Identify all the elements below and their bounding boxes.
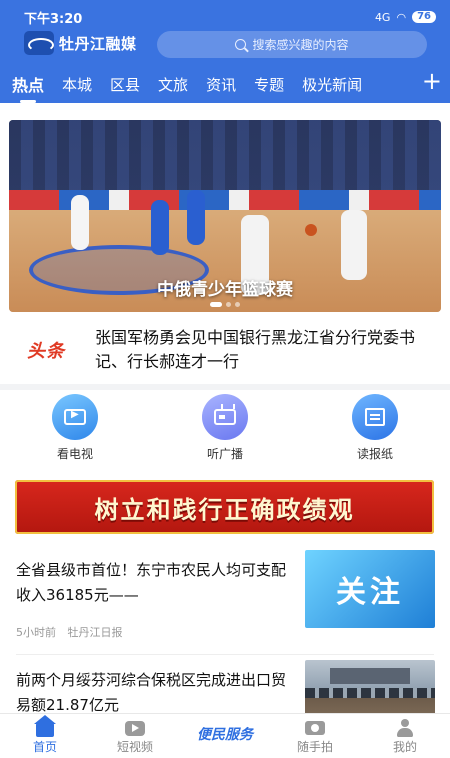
category-tabs: 热点 本城 区县 文旅 资讯 专题 极光新闻 [0, 69, 450, 103]
search-icon [235, 39, 247, 50]
status-right: 4G ◠ 76 [375, 11, 436, 24]
banner-photo-basketball [305, 224, 317, 236]
tab-topics[interactable]: 专题 [254, 74, 284, 95]
shortcut-bar: 看电视 听广播 读报纸 [0, 394, 450, 462]
section-divider [0, 384, 450, 390]
carousel-dot[interactable] [235, 302, 240, 307]
banner-photo-stands [9, 120, 441, 190]
banner-caption: 中俄青少年篮球赛 [157, 280, 293, 300]
carousel-dot[interactable] [226, 302, 231, 307]
tv-play-icon [52, 394, 98, 440]
nav-short-video[interactable]: 短视频 [90, 714, 180, 758]
article-thumbnail[interactable] [305, 660, 435, 713]
home-icon [34, 715, 56, 737]
tab-city[interactable]: 本城 [62, 74, 92, 95]
banner-photo-player [71, 195, 89, 250]
list-item[interactable]: 前两个月绥芬河综合保税区完成进出口贸易额21.87亿元 [0, 658, 450, 713]
service-icon: 便民服务 [197, 726, 253, 743]
nav-label: 短视频 [116, 740, 153, 754]
user-icon [397, 719, 413, 737]
brand: 牡丹江融媒 [24, 31, 137, 55]
article-title[interactable]: 全省县级市首位！东宁市农民人均可支配收入36185元—— [16, 558, 286, 608]
banner-photo-player [187, 190, 205, 245]
headline-text[interactable]: 张国军杨勇会见中国银行黑龙江省分行党委书记、行长郝连才一行 [95, 326, 425, 374]
nav-label: 我的 [392, 740, 417, 754]
tab-hot[interactable]: 热点 [12, 72, 44, 103]
tab-aurora-news[interactable]: 极光新闻 [302, 74, 362, 95]
add-tab-icon[interactable]: + [422, 66, 442, 96]
tab-news[interactable]: 资讯 [206, 74, 236, 95]
app-header: 下午3:20 4G ◠ 76 牡丹江融媒 搜索感兴趣的内容 热点 本城 区县 文… [0, 0, 450, 103]
slogan-text: 树立和践行正确政绩观 [94, 494, 355, 524]
search-placeholder: 搜索感兴趣的内容 [252, 38, 349, 52]
nav-service[interactable]: 便民服务 [180, 714, 270, 758]
article-source: 牡丹江日报 [67, 626, 123, 639]
nav-label: 随手拍 [296, 740, 333, 754]
headline-tag: 头条 [27, 341, 65, 362]
article-time: 5小时前 [16, 626, 56, 639]
tab-counties[interactable]: 区县 [110, 74, 140, 95]
shortcut-label: 读报纸 [356, 447, 393, 461]
thumbnail-text: 关注 [336, 575, 404, 610]
shortcut-label: 看电视 [56, 447, 93, 461]
banner-photo-player [151, 200, 169, 255]
signal-indicator: 4G [374, 10, 391, 24]
nav-label: 首页 [32, 740, 57, 754]
search-input[interactable]: 搜索感兴趣的内容 [157, 31, 427, 58]
watch-tv-button[interactable]: 看电视 [35, 394, 115, 462]
bottom-navigation: 首页 短视频 便民服务 随手拍 我的 [0, 713, 450, 758]
article-meta: 5小时前 牡丹江日报 [16, 624, 123, 640]
nav-profile[interactable]: 我的 [360, 714, 450, 758]
battery-indicator: 76 [412, 11, 436, 23]
banner-photo-player [341, 210, 367, 280]
status-bar: 下午3:20 4G ◠ 76 [24, 7, 436, 27]
brand-name: 牡丹江融媒 [59, 34, 137, 53]
slogan-banner[interactable]: 树立和践行正确政绩观 [15, 480, 434, 534]
wifi-icon: ◠ [396, 10, 407, 24]
tab-culture-travel[interactable]: 文旅 [158, 74, 188, 95]
status-time: 下午3:20 [24, 11, 83, 27]
carousel-dot[interactable] [210, 302, 222, 307]
list-item[interactable]: 全省县级市首位！东宁市农民人均可支配收入36185元—— 5小时前 牡丹江日报 … [0, 548, 450, 653]
camera-icon [305, 721, 325, 735]
video-icon [125, 720, 145, 736]
list-divider [16, 654, 434, 655]
brand-logo-icon [24, 31, 54, 55]
banner-carousel[interactable]: 中俄青少年篮球赛 [9, 120, 441, 312]
brand-text: 牡丹江融媒 [59, 33, 137, 54]
radio-icon [202, 394, 248, 440]
newspaper-icon [352, 394, 398, 440]
nav-home[interactable]: 首页 [0, 714, 90, 758]
nav-snapshot[interactable]: 随手拍 [270, 714, 360, 758]
article-title[interactable]: 前两个月绥芬河综合保税区完成进出口贸易额21.87亿元 [16, 668, 286, 713]
carousel-indicator [210, 302, 240, 307]
listen-radio-button[interactable]: 听广播 [185, 394, 265, 462]
article-thumbnail[interactable]: 关注 [305, 550, 435, 628]
shortcut-label: 听广播 [206, 447, 243, 461]
read-newspaper-button[interactable]: 读报纸 [335, 394, 415, 462]
headline-row[interactable]: 头条 张国军杨勇会见中国银行黑龙江省分行党委书记、行长郝连才一行 [0, 320, 450, 380]
